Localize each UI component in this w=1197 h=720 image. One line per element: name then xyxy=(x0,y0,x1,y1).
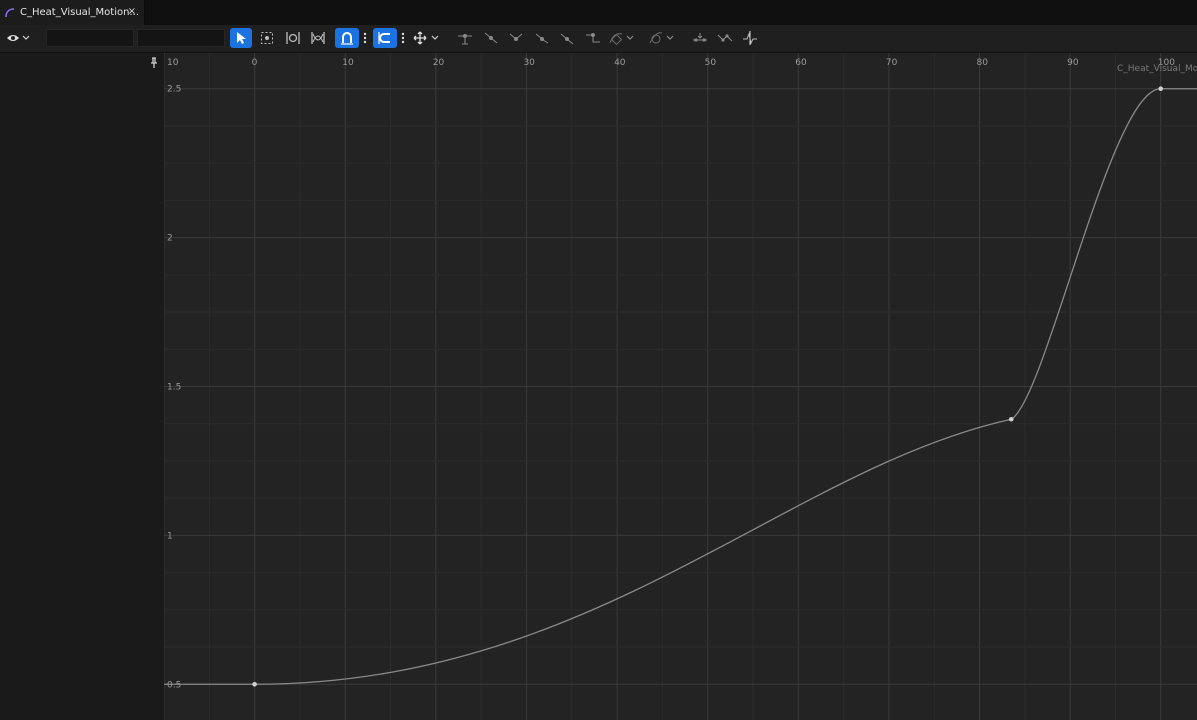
filter-curve-icon xyxy=(649,32,674,44)
more-vertical-icon xyxy=(401,32,405,44)
curve-editor-toolbar xyxy=(0,25,1197,53)
straighten-icon xyxy=(717,34,733,42)
retime-icon xyxy=(286,32,300,44)
interp-cubic-user-button[interactable] xyxy=(506,28,526,48)
x-tick-label: 50 xyxy=(705,58,717,68)
y-tick-label: 2.5 xyxy=(167,85,181,95)
curve-asset-icon xyxy=(5,7,15,17)
curve-graph-view[interactable]: 10 0 10 20 30 40 50 60 70 80 90 100 2.5 2 1.5 1 0.5 C_He… xyxy=(164,53,1197,720)
x-tick-label: 10 xyxy=(167,58,179,68)
key-linear-icon xyxy=(560,33,574,45)
snap-value-button[interactable] xyxy=(373,28,397,48)
transform-box-icon xyxy=(261,32,273,44)
multi-select-tool-button[interactable] xyxy=(307,28,329,48)
interp-cubic-break-button[interactable] xyxy=(532,28,552,48)
curves-box-icon xyxy=(311,32,325,44)
key-value-input[interactable] xyxy=(137,29,225,47)
graph-tick-labels: 10 0 10 20 30 40 50 60 70 80 90 1002.521.510.5 xyxy=(167,58,1175,690)
y-tick-label: 1.5 xyxy=(167,383,181,393)
tab-bar: C_Heat_Visual_Motion... × xyxy=(0,0,1197,25)
retime-tool-button[interactable] xyxy=(282,28,304,48)
x-tick-label: 70 xyxy=(886,58,898,68)
select-tool-button[interactable] xyxy=(230,28,252,48)
x-tick-label: 80 xyxy=(977,58,989,68)
magnet-icon xyxy=(341,32,353,45)
straighten-button[interactable] xyxy=(715,28,735,48)
move-arrows-icon xyxy=(413,31,439,45)
interp-cubic-auto-button[interactable] xyxy=(481,28,501,48)
key-insert-icon xyxy=(743,31,757,45)
weighted-tangent-icon xyxy=(609,33,634,46)
key-user-icon xyxy=(509,33,523,41)
pin-icon[interactable] xyxy=(148,57,160,69)
flatten-tangents-button[interactable] xyxy=(690,28,710,48)
curve-key-point[interactable] xyxy=(1158,86,1164,92)
x-tick-label: 40 xyxy=(614,58,626,68)
axis-snapping-dropdown[interactable] xyxy=(412,28,442,48)
y-tick-label: 2 xyxy=(167,234,173,244)
snap-time-options-button[interactable] xyxy=(361,28,369,48)
y-tick-label: 1 xyxy=(167,531,173,541)
x-tick-label: 60 xyxy=(795,58,807,68)
key-time-input[interactable] xyxy=(46,29,134,47)
view-options-button[interactable] xyxy=(4,28,32,48)
tangent-flat-icon xyxy=(458,34,472,45)
cursor-arrow-icon xyxy=(237,32,246,44)
curve-name-label: C_Heat_Visual_Mo xyxy=(1117,64,1197,74)
tab-title: C_Heat_Visual_Motion... xyxy=(20,7,139,18)
graph-grid xyxy=(164,53,1197,720)
curve-graph-canvas[interactable]: 10 0 10 20 30 40 50 60 70 80 90 1002.521.510.5 C_He… xyxy=(164,53,1197,720)
add-key-button[interactable] xyxy=(740,28,760,48)
interp-linear-button[interactable] xyxy=(557,28,577,48)
x-tick-label: 0 xyxy=(252,58,258,68)
straighten-tangents-button[interactable] xyxy=(455,28,475,48)
x-tick-label: 20 xyxy=(433,58,445,68)
more-vertical-icon xyxy=(363,32,367,44)
key-break-icon xyxy=(535,33,549,44)
eye-icon xyxy=(7,35,30,41)
key-auto-icon xyxy=(484,32,498,44)
curve-filter-dropdown[interactable] xyxy=(648,28,676,48)
curve-key-point[interactable] xyxy=(252,681,257,687)
tangent-weight-dropdown[interactable] xyxy=(607,28,637,48)
flatten-icon xyxy=(693,33,707,42)
snap-time-button[interactable] xyxy=(335,28,359,48)
y-tick-label: 0.5 xyxy=(167,680,181,690)
x-tick-label: 10 xyxy=(342,58,354,68)
key-constant-icon xyxy=(586,33,600,43)
interp-constant-button[interactable] xyxy=(583,28,603,48)
curve-key-point[interactable] xyxy=(1008,416,1014,422)
x-tick-label: 90 xyxy=(1067,58,1079,68)
close-tab-icon[interactable]: × xyxy=(128,6,136,17)
snap-value-options-button[interactable] xyxy=(399,28,407,48)
curve-tree-panel xyxy=(0,53,164,720)
magnet-side-icon xyxy=(378,32,390,44)
tab-curve-asset[interactable]: C_Heat_Visual_Motion... × xyxy=(0,0,145,25)
transform-tool-button[interactable] xyxy=(256,28,278,48)
x-tick-label: 30 xyxy=(523,58,535,68)
